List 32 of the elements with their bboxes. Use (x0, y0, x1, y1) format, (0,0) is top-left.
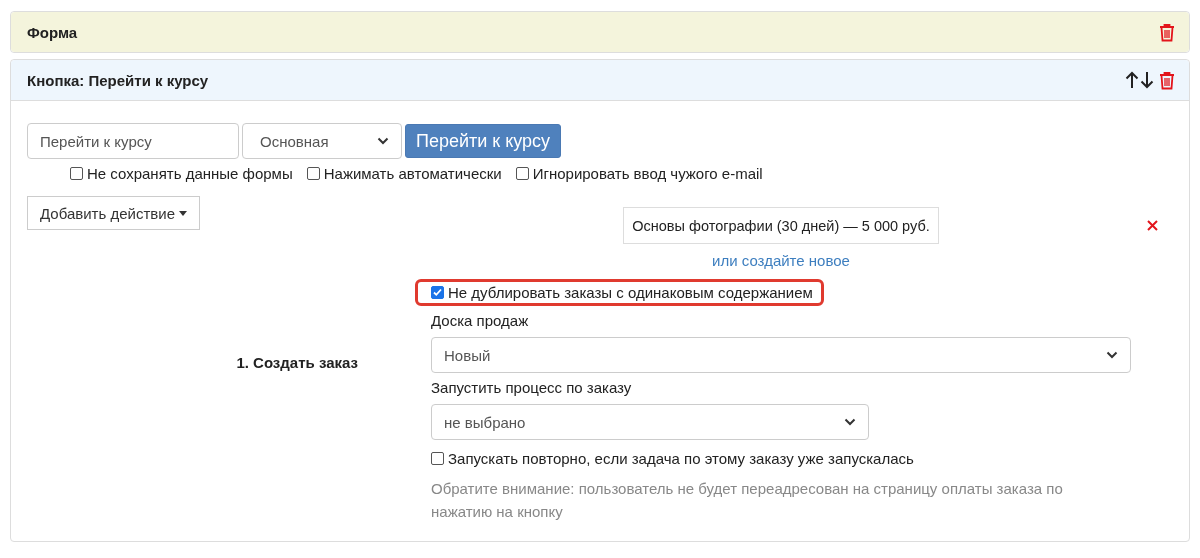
preview-button[interactable]: Перейти к курсу (405, 124, 562, 158)
option-label: Игнорировать ввод чужого e-mail (532, 165, 763, 182)
trash-icon[interactable] (1159, 70, 1175, 90)
chevron-down-icon (844, 418, 856, 426)
field-label: Запустить процесс по заказу (431, 379, 633, 396)
checkbox-label: Запускать повторно, если задача по этому заказу уже запускалась (448, 450, 914, 467)
text-field[interactable]: Перейти к курсу (27, 123, 239, 159)
move-arrows-icon[interactable] (1125, 71, 1155, 89)
checkbox[interactable] (306, 167, 320, 180)
chevron-down-icon (377, 137, 389, 145)
panel-title: Кнопка: Перейти к курсу (27, 71, 209, 89)
add-action-button[interactable]: Добавить действие (27, 196, 200, 230)
checkbox[interactable] (70, 167, 83, 180)
trash-icon[interactable] (1159, 22, 1175, 42)
chevron-down-icon (1106, 351, 1118, 359)
field-label: Доска продаж (431, 312, 530, 329)
create-new-link[interactable]: или создайте новое (712, 252, 850, 269)
action-title: 1. Создать заказ (236, 354, 358, 371)
hint-text: Обратите внимание: пользователь не будет переадресован на страницу оплаты заказа по нажатию на кнопку (431, 479, 1064, 522)
option-label: Не сохранять данные формы (87, 165, 293, 182)
style-select[interactable]: Основная (242, 123, 402, 159)
option-label: Нажимать автоматически (323, 165, 502, 182)
checkbox[interactable] (515, 167, 529, 180)
dropdown[interactable]: Новый (431, 337, 1131, 373)
product-field[interactable]: Основы фотографии (30 дней) — 5 000 руб. (623, 207, 939, 244)
remove-icon[interactable] (1146, 220, 1158, 231)
checkbox[interactable] (431, 452, 444, 465)
panel-title: Форма (27, 23, 78, 41)
checkbox-label: Не дублировать заказы с одинаковым содержанием (448, 284, 813, 301)
dropdown[interactable]: не выбрано (431, 404, 869, 440)
caret-icon (179, 210, 187, 216)
checkbox[interactable] (431, 286, 444, 299)
